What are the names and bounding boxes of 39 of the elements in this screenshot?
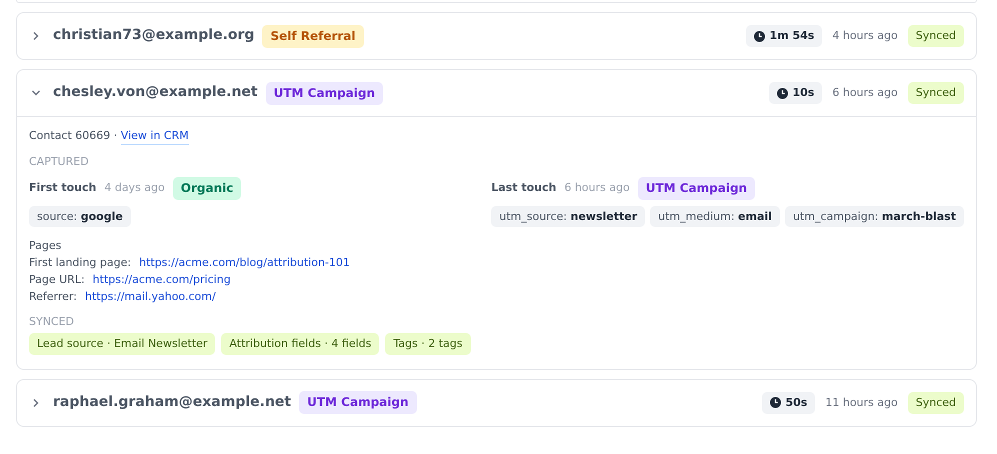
param-chip: utm_medium: email — [650, 206, 780, 228]
duration-badge: 50s — [762, 392, 816, 414]
param-chip: utm_campaign: march-blast — [784, 206, 964, 228]
status-badge: Synced — [908, 82, 964, 104]
touch-time: 4 days ago — [104, 181, 165, 195]
timestamp: 6 hours ago — [832, 86, 898, 100]
param-chip: source: google — [29, 206, 131, 228]
contact-email: chesley.von@example.net — [53, 84, 258, 102]
page-label: Page URL: — [29, 272, 85, 286]
param-chip: utm_source: newsletter — [491, 206, 646, 228]
page-link[interactable]: https://mail.yahoo.com/ — [84, 290, 216, 304]
timestamp: 11 hours ago — [825, 396, 898, 410]
pages-heading: Pages — [29, 239, 62, 253]
contact-id: Contact 60669 · — [29, 129, 118, 142]
touch-label: First touch — [29, 181, 96, 195]
contact-email: raphael.graham@example.net — [53, 394, 292, 412]
source-tag: Organic — [172, 176, 242, 200]
duration-badge: 10s — [768, 82, 822, 104]
section-heading: CAPTURED — [29, 154, 90, 168]
touch-label: Last touch — [491, 181, 556, 195]
touch-time: 6 hours ago — [564, 181, 630, 195]
source-tag: UTM Campaign — [299, 391, 417, 414]
page-link[interactable]: https://acme.com/pricing — [92, 272, 231, 286]
crm-link[interactable]: View in CRM — [120, 129, 189, 145]
status-badge: Synced — [908, 392, 964, 414]
page-link[interactable]: https://acme.com/blog/attribution-101 — [139, 256, 350, 270]
duration-badge: 1m 54s — [746, 25, 822, 47]
section-heading: SYNCED — [29, 315, 76, 329]
source-tag: UTM Campaign — [266, 82, 383, 104]
status-badge: Synced — [908, 25, 964, 47]
timestamp: 4 hours ago — [832, 29, 898, 43]
page-label: First landing page: — [29, 256, 132, 270]
contact-email: christian73@example.org — [53, 27, 254, 45]
synced-chip: Lead source · Email Newsletter — [29, 333, 216, 355]
source-tag: UTM Campaign — [638, 176, 756, 200]
source-tag: Self Referral — [262, 24, 364, 48]
synced-chip: Attribution fields · 4 fields — [221, 333, 380, 355]
synced-chip: Tags · 2 tags — [385, 333, 471, 355]
page-label: Referrer: — [29, 290, 77, 304]
